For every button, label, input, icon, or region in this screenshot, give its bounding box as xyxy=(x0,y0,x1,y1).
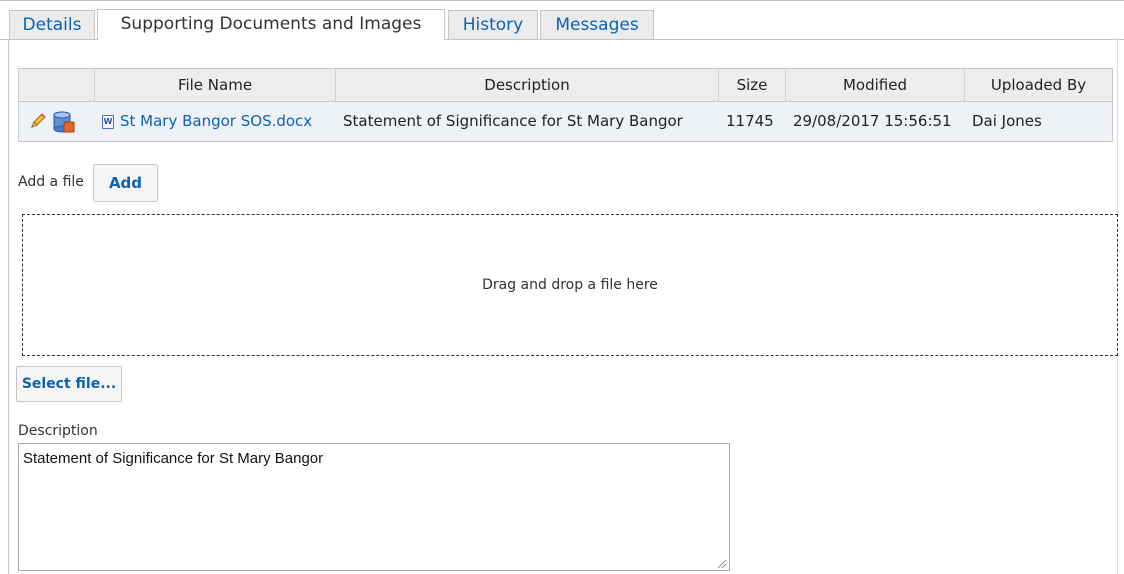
tab-details[interactable]: Details xyxy=(9,10,95,39)
database-delete-icon[interactable] xyxy=(52,110,76,134)
documents-grid: File Name Description Size Modified Uplo… xyxy=(18,68,1113,142)
file-name-text: St Mary Bangor SOS.docx xyxy=(120,112,313,130)
file-description: Statement of Significance for St Mary Ba… xyxy=(343,112,683,130)
header-size[interactable]: Size xyxy=(718,69,785,101)
panel-left-border xyxy=(8,39,9,574)
resize-grip-icon[interactable] xyxy=(715,557,727,569)
header-uploaded-by[interactable]: Uploaded By xyxy=(964,69,1112,101)
select-file-button[interactable]: Select file... xyxy=(16,366,122,402)
word-document-icon: W xyxy=(102,115,114,129)
file-dropzone[interactable]: Drag and drop a file here xyxy=(22,214,1118,356)
add-button[interactable]: Add xyxy=(93,164,158,202)
header-modified[interactable]: Modified xyxy=(785,69,964,101)
tab-messages[interactable]: Messages xyxy=(540,10,654,39)
dropzone-text: Drag and drop a file here xyxy=(482,277,658,293)
header-file-name[interactable]: File Name xyxy=(94,69,335,101)
header-actions xyxy=(19,69,94,101)
tab-bar: Details Supporting Documents and Images … xyxy=(0,0,1124,40)
file-size: 11745 xyxy=(726,112,774,130)
tab-supporting-documents[interactable]: Supporting Documents and Images xyxy=(97,9,445,40)
edit-pencil-icon[interactable] xyxy=(29,112,47,130)
table-row: W St Mary Bangor SOS.docx Statement of S… xyxy=(19,102,1112,141)
header-description[interactable]: Description xyxy=(335,69,718,101)
file-uploaded-by: Dai Jones xyxy=(972,112,1042,130)
file-name-link[interactable]: W St Mary Bangor SOS.docx xyxy=(94,102,335,141)
grid-header: File Name Description Size Modified Uplo… xyxy=(19,69,1112,102)
description-label: Description xyxy=(18,423,98,439)
description-textarea[interactable] xyxy=(18,443,730,571)
file-modified: 29/08/2017 15:56:51 xyxy=(793,112,952,130)
add-file-label: Add a file xyxy=(18,174,84,190)
tab-history[interactable]: History xyxy=(448,10,538,39)
